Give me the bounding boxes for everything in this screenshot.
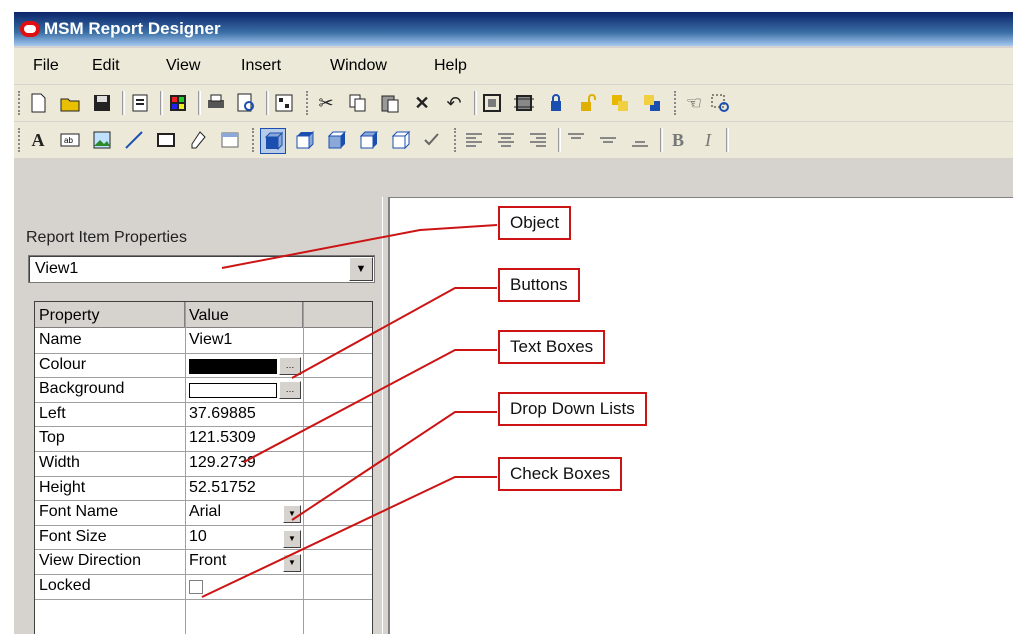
callout-text-boxes: Text Boxes — [498, 330, 606, 364]
callout-check-boxes: Check Boxes — [498, 457, 623, 491]
callout-buttons: Buttons — [498, 268, 580, 302]
callout-object: Object — [498, 206, 572, 240]
callout-drop-down-lists: Drop Down Lists — [498, 392, 647, 426]
callout-pointers — [201, 224, 498, 598]
